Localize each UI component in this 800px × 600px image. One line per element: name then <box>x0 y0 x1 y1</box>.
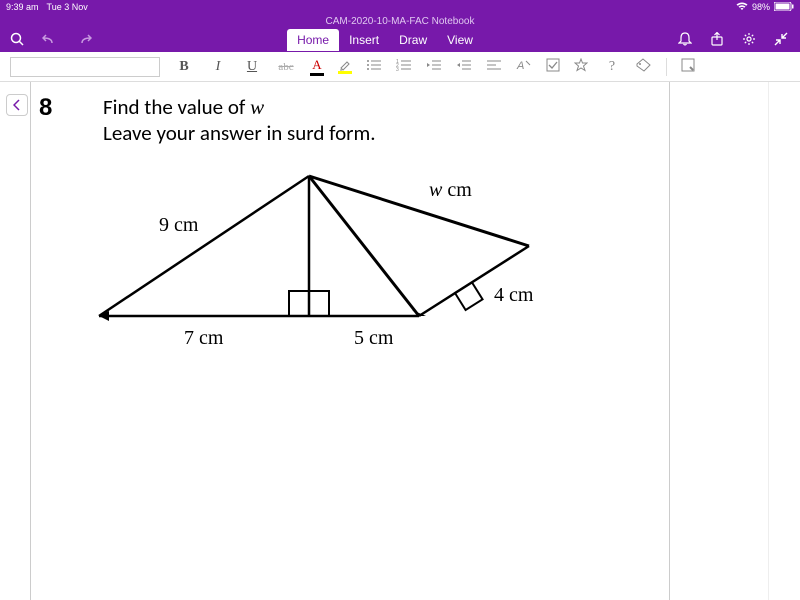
wifi-icon <box>736 2 748 13</box>
italic-button[interactable]: I <box>208 59 228 75</box>
tab-insert[interactable]: Insert <box>339 29 389 51</box>
notifications-icon[interactable] <box>678 32 692 49</box>
tab-draw[interactable]: Draw <box>389 29 437 51</box>
page-options-button[interactable] <box>681 58 695 75</box>
redo-icon[interactable] <box>76 32 92 49</box>
label-9cm: 9 cm <box>159 214 199 236</box>
fullscreen-exit-icon[interactable] <box>774 32 788 49</box>
battery-icon <box>774 2 794 13</box>
geometry-diagram: 9 cm w cm 4 cm 7 cm 5 cm <box>89 166 661 391</box>
label-wcm: w cm <box>429 179 472 201</box>
help-button[interactable]: ? <box>602 59 622 75</box>
ipad-status-bar: 9:39 am Tue 3 Nov 98% <box>0 0 800 14</box>
ribbon-tabs: Home Insert Draw View <box>92 29 678 51</box>
battery-percent: 98% <box>752 2 770 12</box>
back-button[interactable] <box>6 94 28 116</box>
right-margin <box>768 82 800 600</box>
search-icon[interactable] <box>10 32 24 49</box>
tab-home[interactable]: Home <box>287 29 339 51</box>
favorite-button[interactable] <box>574 58 588 75</box>
outdent-button[interactable] <box>426 58 442 75</box>
align-button[interactable] <box>486 58 502 75</box>
clear-format-button[interactable]: A <box>516 58 532 75</box>
status-time: 9:39 am <box>6 2 39 12</box>
svg-text:A: A <box>516 60 524 72</box>
highlight-button[interactable] <box>338 59 352 74</box>
bold-button[interactable]: B <box>174 59 194 75</box>
svg-text:3: 3 <box>396 67 399 72</box>
question-number: 8 <box>39 94 79 146</box>
notebook-page[interactable]: 8 Find the value of w Leave your answer … <box>30 82 670 600</box>
tab-view[interactable]: View <box>437 29 483 51</box>
document-title: CAM-2020-10-MA-FAC Notebook <box>326 16 475 27</box>
label-5cm: 5 cm <box>354 327 394 349</box>
todo-button[interactable] <box>546 58 560 75</box>
numbered-list-button[interactable]: 123 <box>396 58 412 75</box>
undo-icon[interactable] <box>42 32 58 49</box>
page-area: 8 Find the value of w Leave your answer … <box>0 82 800 600</box>
question-text: Find the value of w Leave your answer in… <box>103 94 376 146</box>
document-title-row: CAM-2020-10-MA-FAC Notebook <box>0 14 800 28</box>
label-4cm: 4 cm <box>494 284 534 306</box>
font-selector[interactable] <box>10 57 160 77</box>
bullet-list-button[interactable] <box>366 58 382 75</box>
formatting-toolbar: B I U abc A 123 A ? <box>0 52 800 82</box>
highlighter-icon <box>338 59 352 71</box>
font-color-button[interactable]: A <box>310 57 324 76</box>
strikethrough-button[interactable]: abc <box>276 61 296 73</box>
chevron-left-icon <box>13 99 21 111</box>
underline-button[interactable]: U <box>242 59 262 75</box>
tag-button[interactable] <box>636 58 652 75</box>
status-date: Tue 3 Nov <box>47 2 88 12</box>
toolbar-divider <box>666 58 667 76</box>
indent-button[interactable] <box>456 58 472 75</box>
app-main-bar: Home Insert Draw View <box>0 28 800 52</box>
label-7cm: 7 cm <box>184 327 224 349</box>
settings-icon[interactable] <box>742 32 756 49</box>
share-icon[interactable] <box>710 32 724 49</box>
